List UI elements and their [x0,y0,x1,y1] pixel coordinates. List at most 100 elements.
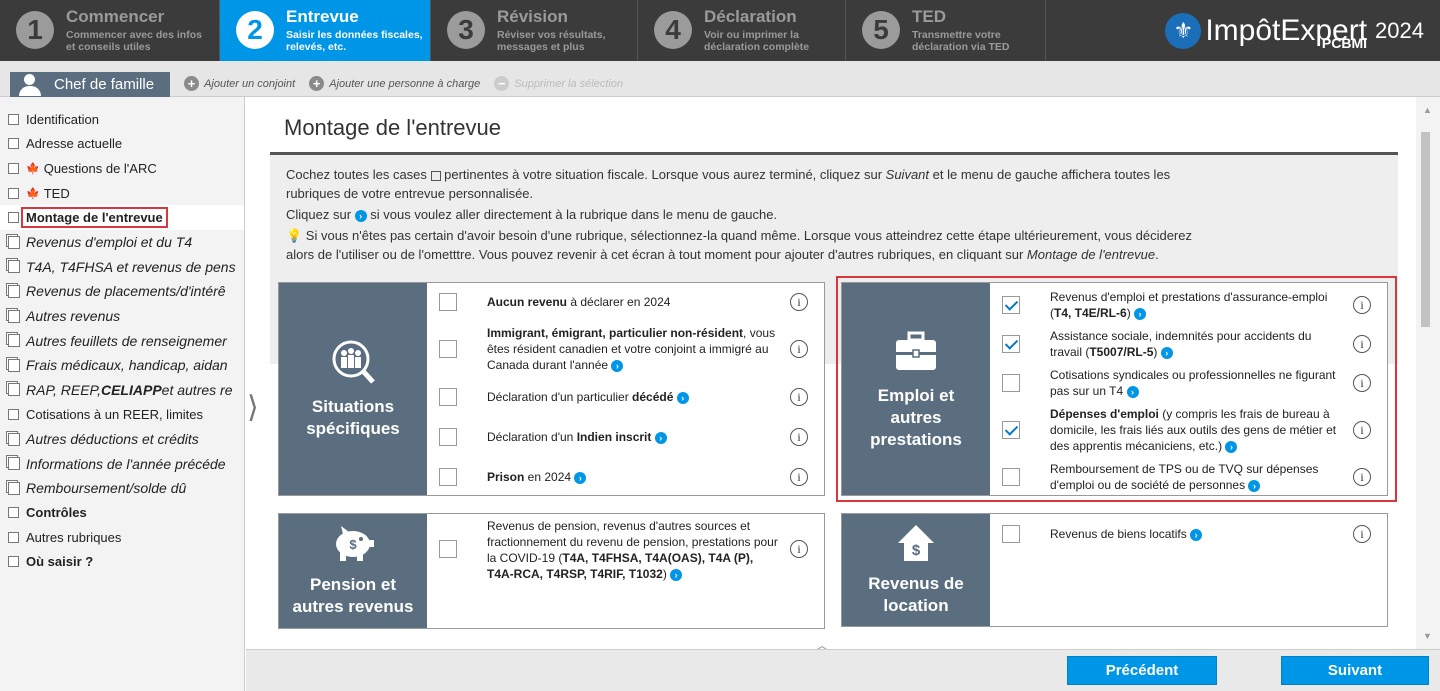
page-title: Montage de l'entrevue [284,115,502,140]
sidebar-item-ou-saisir[interactable]: Où saisir ? [0,550,244,575]
scroll-down-arrow-icon[interactable]: ▼ [1423,631,1432,641]
arrow-right-icon[interactable]: › [1248,479,1261,492]
option-prison[interactable]: Prison en 2024 › i [427,467,824,487]
option-revenus-emploi[interactable]: Revenus d'emploi et prestations d'assura… [990,287,1387,323]
option-remboursement-tps[interactable]: Remboursement de TPS ou de TVQ sur dépen… [990,459,1387,495]
info-icon[interactable]: i [790,468,808,486]
fleur-de-lis-icon: ⚜ [1165,12,1202,49]
checkbox[interactable] [439,540,457,558]
sidebar-item-ted[interactable]: 🍁 TED [0,181,244,206]
sidebar-item-autres-deductions[interactable]: Autres déductions et crédits [0,427,244,452]
person-tab-chef[interactable]: Chef de famille [10,71,171,97]
checkbox[interactable] [439,340,457,358]
option-label-bold: décédé [632,390,674,404]
intro-text: Cliquez sur [286,207,355,222]
add-dependent-label: Ajouter une personne à charge [329,77,481,90]
page-icon [8,383,20,397]
previous-button[interactable]: Précédent [1067,656,1217,685]
arrow-right-icon[interactable]: › [676,391,689,404]
checkbox[interactable] [439,293,457,311]
checkbox-icon [8,162,19,174]
sidebar-item-remboursement[interactable]: Remboursement/solde dû [0,476,244,501]
add-spouse-button[interactable]: + Ajouter un conjoint [184,76,295,91]
delete-selection-button[interactable]: − Supprimer la sélection [494,76,623,91]
arrow-right-icon[interactable]: › [1190,528,1203,541]
info-icon[interactable]: i [1353,374,1371,392]
info-icon[interactable]: i [790,428,808,446]
sidebar-item-controles[interactable]: Contrôles [0,501,244,526]
sidebar-item-montage[interactable]: Montage de l'entrevue [0,205,244,230]
arrow-right-icon[interactable]: › [670,568,683,581]
info-icon[interactable]: i [790,388,808,406]
checkbox[interactable] [439,388,457,406]
sidebar-item-t4a[interactable]: T4A, T4FHSA et revenus de pens [0,255,244,280]
arrow-right-icon[interactable]: › [1225,440,1238,453]
sidebar-item-autres-revenus[interactable]: Autres revenus [0,304,244,329]
sidebar-item-autres-rubriques[interactable]: Autres rubriques [0,525,244,550]
arrow-right-icon[interactable]: › [1126,385,1139,398]
arrow-right-icon[interactable]: › [654,431,667,444]
sidebar-item-label: Remboursement/solde dû [26,480,187,497]
sidebar-item-annee-precedente[interactable]: Informations de l'année précéde [0,451,244,476]
step-declaration[interactable]: 4 Déclaration Voir ou imprimer la déclara… [638,0,846,61]
checkbox-checked[interactable] [1002,421,1020,439]
next-button[interactable]: Suivant [1281,656,1429,685]
add-dependent-button[interactable]: + Ajouter une personne à charge [309,76,480,91]
option-indien[interactable]: Déclaration d'un Indien inscrit › i [427,427,824,447]
collapse-sidebar-chevron-icon[interactable]: ⟩ [247,390,259,425]
option-label: en 2024 [524,470,572,484]
sidebar-item-questions-arc[interactable]: 🍁 Questions de l'ARC [0,156,244,181]
info-icon[interactable]: i [1353,421,1371,439]
info-icon[interactable]: i [1353,468,1371,486]
step-commencer[interactable]: 1 Commencer Commencer avec des infos et c… [0,0,220,61]
info-icon[interactable]: i [790,293,808,311]
sidebar-item-reer[interactable]: Cotisations à un REER, limites [0,402,244,427]
sidebar-item-placements[interactable]: Revenus de placements/d'intérê [0,279,244,304]
brand-sub: PCBMI [1321,34,1368,51]
step-ted[interactable]: 5 TED Transmettre votre déclaration via T… [846,0,1046,61]
option-immigrant[interactable]: Immigrant, émigrant, particulier non-rés… [427,325,824,373]
checkbox[interactable] [439,468,457,486]
arrow-right-icon: › [354,209,367,222]
arrow-right-icon[interactable]: › [611,359,624,372]
checkbox-icon [8,531,19,543]
checkbox[interactable] [439,428,457,446]
scrollbar[interactable]: ▲ ▼ [1416,97,1440,649]
option-decede[interactable]: Déclaration d'un particulier décédé › i [427,387,824,407]
option-biens-locatifs[interactable]: Revenus de biens locatifs › i [990,522,1387,546]
step-revision[interactable]: 3 Révision Réviser vos résultats, message… [431,0,638,61]
info-icon[interactable]: i [1353,296,1371,314]
scroll-up-arrow-icon[interactable]: ▲ [1423,105,1432,115]
arrow-right-icon[interactable]: › [574,471,587,484]
checkbox[interactable] [1002,374,1020,392]
info-icon[interactable]: i [1353,525,1371,543]
option-cotisations-syndicales[interactable]: Cotisations syndicales ou professionnell… [990,365,1387,401]
card-title: autres revenus [292,597,414,616]
step-subtitle: Voir ou imprimer la [704,29,799,41]
info-icon[interactable]: i [1353,335,1371,353]
checkbox[interactable] [1002,468,1020,486]
info-icon[interactable]: i [790,540,808,558]
sidebar-item-identification[interactable]: Identification [0,107,244,132]
main-content: Montage de l'entrevue Cochez toutes les … [270,97,1410,649]
step-entrevue[interactable]: 2 Entrevue Saisir les données fiscales, r… [220,0,431,61]
info-icon[interactable]: i [790,340,808,358]
arrow-right-icon[interactable]: › [1160,346,1173,359]
option-aucun-revenu[interactable]: Aucun revenu à déclarer en 2024 i [427,292,824,312]
checkbox-checked[interactable] [1002,296,1020,314]
checkbox-icon [8,507,19,519]
checkbox[interactable] [1002,525,1020,543]
option-revenus-pension[interactable]: Revenus de pension, revenus d'autres sou… [427,518,824,586]
sidebar-item-frais-medicaux[interactable]: Frais médicaux, handicap, aidan [0,353,244,378]
sidebar-item-adresse[interactable]: Adresse actuelle [0,132,244,157]
option-depenses-emploi[interactable]: Dépenses d'emploi (y compris les frais d… [990,404,1387,456]
scroll-up-chevron-icon[interactable]: ︿ [815,635,829,649]
brand-year: 2024 [1375,17,1424,43]
option-assistance-sociale[interactable]: Assistance sociale, indemnités pour acci… [990,326,1387,362]
scrollbar-thumb[interactable] [1421,132,1430,327]
arrow-right-icon[interactable]: › [1134,307,1147,320]
sidebar-item-autres-feuillets[interactable]: Autres feuillets de renseignemer [0,328,244,353]
checkbox-checked[interactable] [1002,335,1020,353]
sidebar-item-rap[interactable]: RAP, REEP, CELIAPP et autres re [0,378,244,403]
sidebar-item-revenus-emploi[interactable]: Revenus d'emploi et du T4 [0,230,244,255]
